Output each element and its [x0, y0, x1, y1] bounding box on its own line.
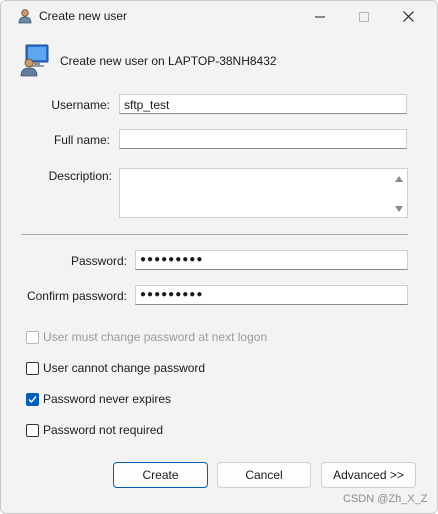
confirm-password-field[interactable]: ●●●●●●●●●: [135, 285, 408, 305]
description-scrollbar[interactable]: [391, 169, 407, 217]
cancel-button[interactable]: Cancel: [217, 462, 311, 488]
checkbox[interactable]: [26, 361, 39, 375]
description-field[interactable]: [119, 168, 408, 218]
confirm-password-label: Confirm password:: [26, 289, 127, 303]
username-label: Username:: [51, 98, 110, 112]
option-cannot-change-password[interactable]: User cannot change password: [26, 361, 205, 375]
checkmark-icon: [28, 395, 37, 403]
password-label: Password:: [70, 254, 127, 268]
advanced-button[interactable]: Advanced >>: [321, 462, 416, 488]
username-field[interactable]: sftp_test: [119, 94, 407, 114]
checkbox[interactable]: [26, 423, 39, 437]
description-label: Description:: [48, 169, 112, 183]
maximize-icon: [359, 11, 369, 22]
option-password-not-required[interactable]: Password not required: [26, 423, 163, 437]
option-password-never-expires[interactable]: Password never expires: [26, 392, 171, 406]
separator: [21, 234, 408, 235]
title-bar[interactable]: Create new user: [1, 1, 437, 32]
close-button[interactable]: [385, 1, 431, 32]
checkbox[interactable]: [26, 330, 39, 344]
scroll-down-icon[interactable]: [394, 205, 404, 213]
option-must-change-password[interactable]: User must change password at next logon: [26, 330, 267, 344]
dialog-header-text: Create new user on LAPTOP-38NH8432: [60, 54, 277, 68]
option-label: Password not required: [43, 423, 164, 437]
close-icon: [402, 11, 414, 22]
create-user-dialog: Create new user Create new user on LAPTO…: [0, 0, 438, 514]
checkbox[interactable]: [26, 392, 39, 406]
computer-user-icon: [20, 44, 49, 77]
fullname-field[interactable]: [119, 129, 407, 149]
password-field[interactable]: ●●●●●●●●●: [135, 250, 408, 270]
minimize-icon: [315, 16, 325, 17]
option-label: User must change password at next logon: [43, 330, 268, 344]
fullname-label: Full name:: [53, 133, 110, 147]
maximize-button[interactable]: [341, 1, 387, 32]
window-title: Create new user: [39, 9, 128, 23]
scroll-up-icon[interactable]: [394, 175, 404, 183]
create-button[interactable]: Create: [113, 462, 208, 488]
option-label: Password never expires: [43, 392, 172, 406]
watermark-text: CSDN @Zh_X_Z: [343, 493, 428, 505]
option-label: User cannot change password: [43, 361, 206, 375]
minimize-button[interactable]: [297, 1, 343, 32]
user-icon: [18, 9, 32, 24]
